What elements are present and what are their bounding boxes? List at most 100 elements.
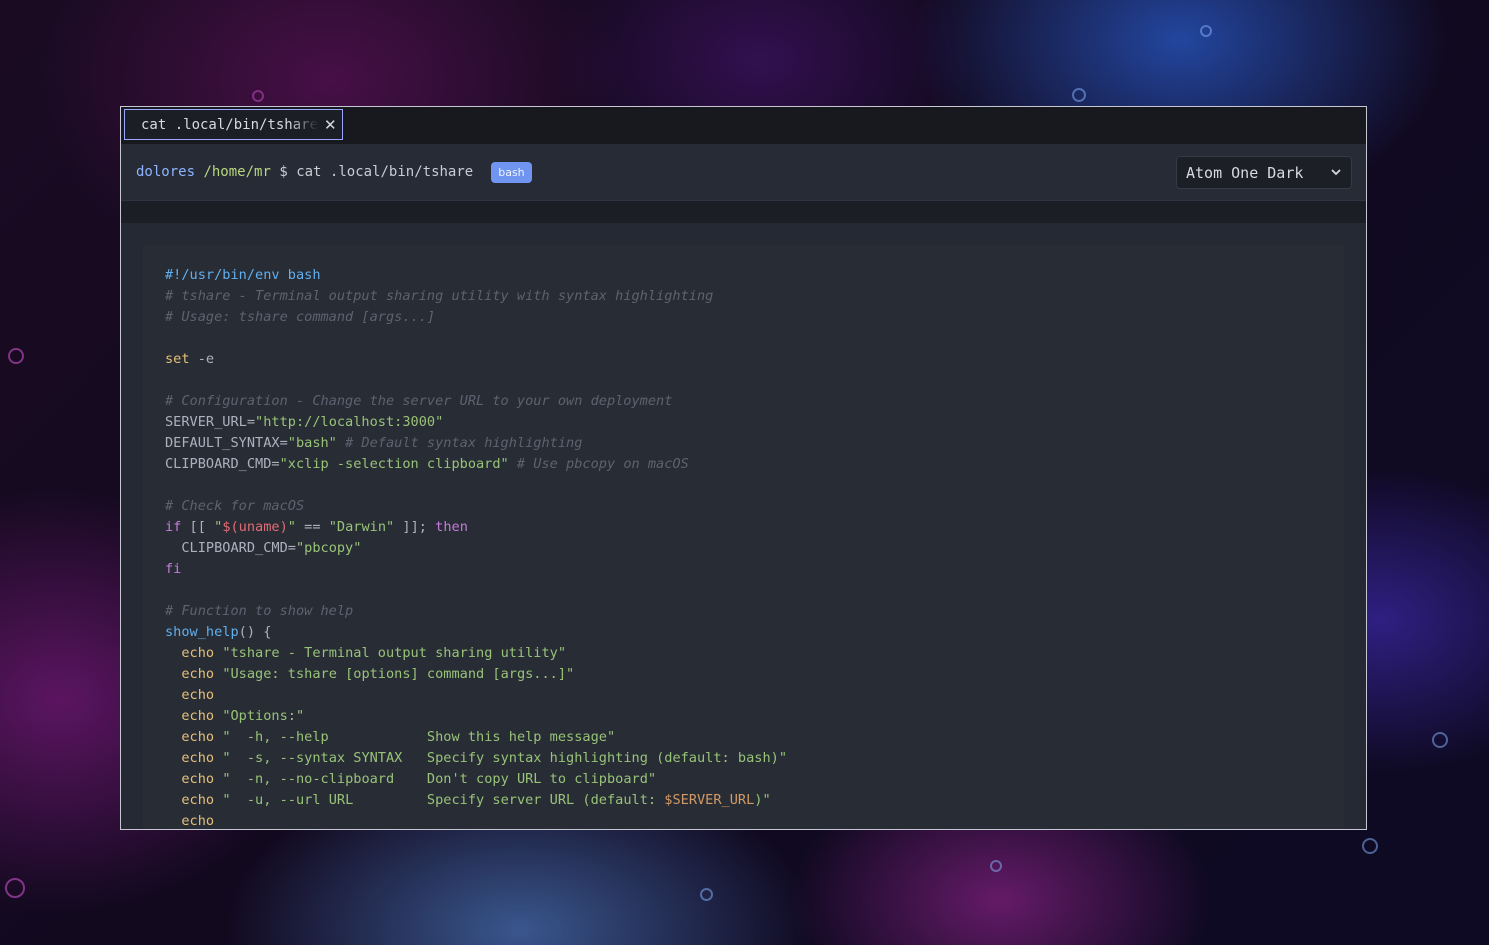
- code-token: () {: [238, 624, 272, 640]
- code-token: "xclip -selection clipboard": [279, 456, 509, 472]
- code-token: echo: [181, 729, 215, 745]
- code-token: "Darwin": [328, 519, 395, 535]
- prompt-path: /home/mr: [203, 164, 271, 180]
- tab-tshare[interactable]: tshare: cat .local/bin/tshare ✕: [124, 109, 343, 140]
- code-token: SERVER_URL=: [165, 414, 256, 430]
- code-block[interactable]: #!/usr/bin/env bash # tshare - Terminal o…: [143, 245, 1344, 829]
- code-line: fi: [165, 559, 1322, 580]
- code-token: "http://localhost:3000": [255, 414, 444, 430]
- code-token: "tshare - Terminal output sharing utilit…: [222, 645, 567, 661]
- code-token: # Use pbcopy on macOS: [516, 456, 689, 472]
- prompt-dollar: $: [279, 164, 288, 180]
- code-token: echo: [181, 687, 215, 703]
- code-token: then: [435, 519, 468, 535]
- code-token: )": [754, 792, 771, 808]
- code-token: echo: [181, 771, 215, 787]
- code-line: # tshare - Terminal output sharing utili…: [165, 286, 1322, 307]
- code-token: CLIPBOARD_CMD=: [165, 456, 280, 472]
- code-token: [[: [181, 519, 215, 535]
- code-line: #!/usr/bin/env bash: [165, 265, 1322, 286]
- code-token: echo: [181, 792, 215, 808]
- theme-select[interactable]: Atom One Dark: [1176, 156, 1352, 189]
- code-token: # Function to show help: [165, 603, 354, 619]
- code-token: " -s, --syntax SYNTAX Specify syntax hig…: [222, 750, 788, 766]
- code-token: ==: [295, 519, 329, 535]
- code-token: -e: [189, 351, 215, 367]
- code-token: ]];: [394, 519, 436, 535]
- code-token: # Check for macOS: [165, 498, 305, 514]
- code-token: " -h, --help Show this help message": [222, 729, 616, 745]
- header-spacer: [121, 201, 1366, 223]
- code-token: CLIPBOARD_CMD=: [165, 540, 296, 556]
- background-bubble: [990, 860, 1002, 872]
- code-token: DEFAULT_SYNTAX=: [165, 435, 288, 451]
- code-token: "bash": [287, 435, 337, 451]
- background-bubble: [5, 878, 25, 898]
- code-line: echo " -s, --syntax SYNTAX Specify synta…: [165, 748, 1322, 769]
- code-line: echo " -u, --url URL Specify server URL …: [165, 790, 1322, 811]
- background-bubble: [1072, 88, 1086, 102]
- code-line: if [[ "$(uname)" == "Darwin" ]]; then: [165, 517, 1322, 538]
- code-token: echo: [181, 708, 215, 724]
- code-line: echo: [165, 685, 1322, 706]
- code-token: set: [165, 351, 190, 367]
- code-line: # Usage: tshare command [args...]: [165, 307, 1322, 328]
- tab-bar: tshare: cat .local/bin/tshare ✕: [121, 107, 1366, 144]
- prompt-command: cat .local/bin/tshare: [296, 164, 474, 180]
- code-line: CLIPBOARD_CMD="pbcopy": [165, 538, 1322, 559]
- code-line: # Check for macOS: [165, 496, 1322, 517]
- code-line: SERVER_URL="http://localhost:3000": [165, 412, 1322, 433]
- code-token: " -n, --no-clipboard Don't copy URL to c…: [222, 771, 657, 787]
- code-token: echo: [181, 666, 215, 682]
- code-line: # Configuration - Change the server URL …: [165, 391, 1322, 412]
- code-line: echo: [165, 811, 1322, 829]
- background-bubble: [1432, 732, 1448, 748]
- code-token: "pbcopy": [295, 540, 362, 556]
- code-line: echo "Usage: tshare [options] command [a…: [165, 664, 1322, 685]
- code-token: $(uname): [222, 519, 288, 535]
- code-token: fi: [165, 561, 182, 577]
- code-line: set -e: [165, 349, 1322, 370]
- code-line: show_help() {: [165, 622, 1322, 643]
- prompt-user: dolores: [136, 164, 196, 180]
- background-bubble: [700, 888, 713, 901]
- background-bubble: [252, 90, 264, 102]
- background-bubble: [8, 348, 24, 364]
- code-listing: #!/usr/bin/env bash # tshare - Terminal o…: [165, 265, 1322, 829]
- code-line: echo " -n, --no-clipboard Don't copy URL…: [165, 769, 1322, 790]
- command-header: dolores /home/mr $ cat .local/bin/tshare…: [121, 144, 1366, 201]
- close-icon[interactable]: ✕: [324, 116, 337, 134]
- code-token: "Options:": [222, 708, 305, 724]
- code-token: echo: [181, 645, 215, 661]
- theme-select-value: Atom One Dark: [1186, 163, 1304, 182]
- syntax-badge: bash: [491, 161, 532, 183]
- tab-title: tshare: cat .local/bin/tshare: [130, 116, 318, 133]
- code-token: "Usage: tshare [options] command [args..…: [222, 666, 575, 682]
- code-token: $SERVER_URL: [664, 792, 755, 808]
- background-bubble: [1200, 25, 1212, 37]
- code-token: echo: [181, 750, 215, 766]
- code-token: # Default syntax highlighting: [345, 435, 583, 451]
- tshare-window: tshare: cat .local/bin/tshare ✕ dolores …: [120, 106, 1367, 830]
- code-token: show_help: [165, 624, 239, 640]
- code-line: # Function to show help: [165, 601, 1322, 622]
- code-token: #!/usr/bin/env bash: [165, 267, 321, 283]
- code-token: if: [165, 519, 182, 535]
- code-line: echo " -h, --help Show this help message…: [165, 727, 1322, 748]
- code-token: # Usage: tshare command [args...]: [165, 309, 436, 325]
- code-token: ": [287, 519, 296, 535]
- code-line: echo "Options:": [165, 706, 1322, 727]
